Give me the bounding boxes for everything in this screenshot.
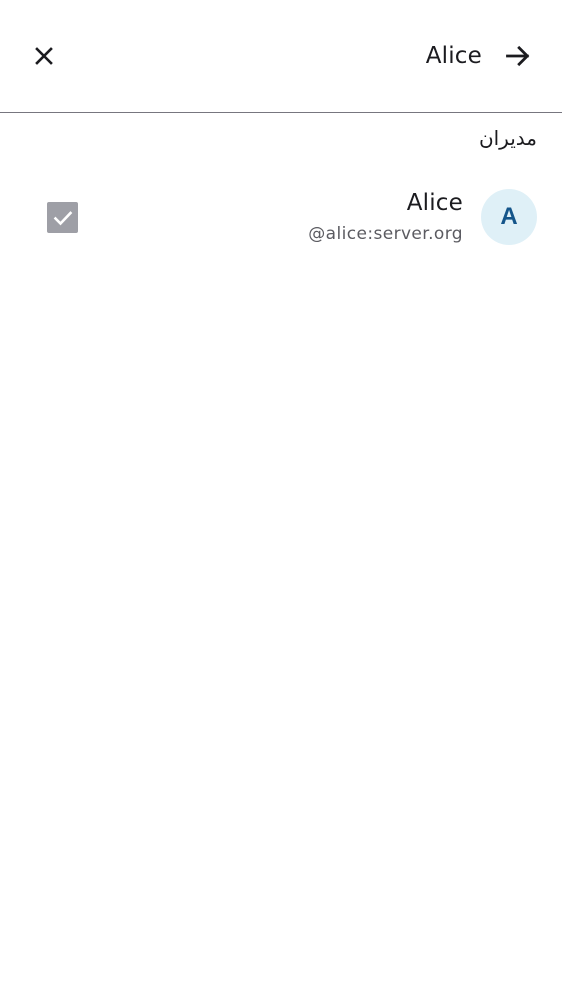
member-name: Alice xyxy=(406,190,463,216)
member-checkbox[interactable] xyxy=(47,202,78,233)
avatar-initial: A xyxy=(500,203,518,230)
arrow-forward-icon xyxy=(506,45,530,67)
avatar: A xyxy=(481,189,537,245)
member-user-id: @alice:server.org xyxy=(308,224,463,244)
member-list-item[interactable]: A Alice @alice:server.org xyxy=(0,176,562,260)
top-app-bar: Alice xyxy=(0,0,562,112)
title-area: Alice xyxy=(426,32,542,80)
close-button[interactable] xyxy=(20,32,68,80)
header-divider xyxy=(0,112,562,113)
close-icon xyxy=(35,47,53,65)
section-title: مدیران xyxy=(478,126,537,150)
check-icon xyxy=(53,210,72,225)
next-button[interactable] xyxy=(494,32,542,80)
page-title: Alice xyxy=(425,43,482,69)
